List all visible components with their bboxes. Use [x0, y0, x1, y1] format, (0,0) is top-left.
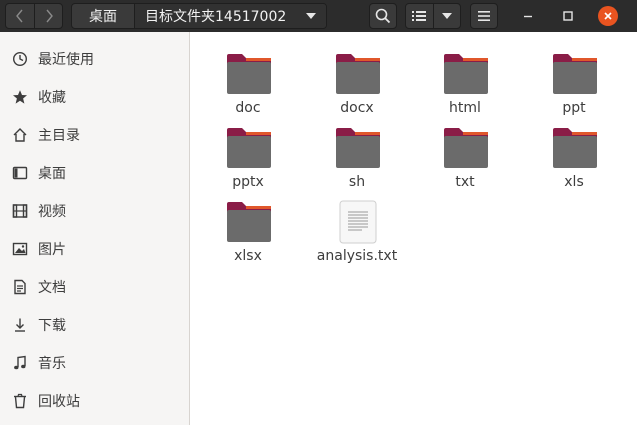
folder-icon: [227, 128, 271, 168]
file-name: analysis.txt: [316, 248, 398, 264]
file-item-txt[interactable]: txt: [415, 116, 515, 190]
list-view-button[interactable]: [406, 4, 433, 28]
list-view-icon: [412, 11, 427, 21]
document-icon: [12, 279, 28, 295]
back-button[interactable]: [6, 4, 34, 28]
chevron-left-icon: [16, 9, 23, 23]
forward-button[interactable]: [34, 4, 62, 28]
sidebar-item-starred[interactable]: 收藏: [0, 78, 190, 116]
file-item-html[interactable]: html: [415, 42, 515, 116]
sidebar-item-trash[interactable]: 回收站: [0, 382, 190, 420]
video-icon: [12, 203, 28, 219]
file-name: ppt: [562, 100, 586, 116]
file-item-doc[interactable]: doc: [198, 42, 298, 116]
file-name: xlsx: [234, 248, 262, 264]
file-name: docx: [340, 100, 374, 116]
folder-icon: [227, 202, 271, 242]
breadcrumb-current-folder[interactable]: 目标文件夹14517002: [134, 4, 326, 28]
file-name: txt: [455, 174, 475, 190]
view-controls: [405, 3, 461, 29]
file-item-sh[interactable]: sh: [307, 116, 407, 190]
minimize-button[interactable]: [518, 6, 538, 26]
sidebar-item-downloads[interactable]: 下载: [0, 306, 190, 344]
file-item-ppt[interactable]: ppt: [524, 42, 624, 116]
sidebar-item-label: 文档: [38, 280, 66, 296]
folder-icon: [444, 128, 488, 168]
minimize-icon: [524, 15, 532, 18]
header-bar: 桌面 目标文件夹14517002: [0, 0, 637, 32]
sidebar-item-label: 桌面: [38, 166, 66, 182]
trash-icon: [12, 393, 28, 409]
folder-icon: [227, 54, 271, 94]
file-name: doc: [235, 100, 261, 116]
download-icon: [12, 317, 28, 333]
file-item-xls[interactable]: xls: [524, 116, 624, 190]
sidebar-item-home[interactable]: 主目录: [0, 116, 190, 154]
sidebar-item-label: 回收站: [38, 394, 80, 410]
sidebar-item-recent[interactable]: 最近使用: [0, 40, 190, 78]
file-name: xls: [564, 174, 584, 190]
hamburger-menu-icon: [478, 11, 490, 21]
folder-icon: [336, 128, 380, 168]
sidebar-item-pictures[interactable]: 图片: [0, 230, 190, 268]
file-name: html: [449, 100, 481, 116]
sidebar-item-documents[interactable]: 文档: [0, 268, 190, 306]
breadcrumb: 桌面 目标文件夹14517002: [71, 3, 327, 29]
desktop-icon: [12, 165, 28, 181]
home-icon: [12, 127, 28, 143]
navigation-buttons: [5, 3, 63, 29]
view-options-button[interactable]: [432, 4, 460, 28]
view-options-icon: [441, 13, 452, 19]
maximize-icon: [563, 11, 573, 21]
folder-icon: [444, 54, 488, 94]
file-name: sh: [348, 174, 366, 190]
sidebar-item-label: 视频: [38, 204, 66, 220]
close-button[interactable]: [598, 6, 618, 26]
places-sidebar: 最近使用 收藏 主目录 桌面 视频 图片 文档 下载 音乐 回收站: [0, 32, 190, 425]
file-item-pptx[interactable]: pptx: [198, 116, 298, 190]
image-icon: [12, 241, 28, 257]
recent-clock-icon: [12, 51, 28, 67]
text-file-icon: [339, 200, 377, 244]
sidebar-item-label: 最近使用: [38, 52, 94, 68]
main-menu-button[interactable]: [470, 3, 498, 29]
file-view: doc docx html ppt pptx sh txt xls xlsx a…: [191, 32, 637, 425]
sidebar-item-desktop[interactable]: 桌面: [0, 154, 190, 192]
search-icon: [375, 8, 391, 24]
triangle-down-icon: [306, 13, 316, 19]
music-icon: [12, 355, 28, 371]
file-name: pptx: [232, 174, 264, 190]
search-button[interactable]: [369, 3, 397, 29]
sidebar-item-label: 音乐: [38, 356, 66, 372]
file-item-xlsx[interactable]: xlsx: [198, 190, 298, 264]
sidebar-item-label: 图片: [38, 242, 66, 258]
folder-icon: [553, 128, 597, 168]
folder-icon: [336, 54, 380, 94]
sidebar-item-videos[interactable]: 视频: [0, 192, 190, 230]
file-item-docx[interactable]: docx: [307, 42, 407, 116]
maximize-button[interactable]: [558, 6, 578, 26]
breadcrumb-current-label: 目标文件夹14517002: [145, 9, 287, 25]
breadcrumb-desktop[interactable]: 桌面: [72, 4, 134, 28]
sidebar-item-label: 下载: [38, 318, 66, 334]
sidebar-item-label: 主目录: [38, 128, 80, 144]
star-icon: [12, 89, 28, 105]
folder-icon: [553, 54, 597, 94]
chevron-right-icon: [45, 9, 53, 23]
sidebar-item-music[interactable]: 音乐: [0, 344, 190, 382]
close-icon: [604, 12, 612, 20]
file-item-analysis-txt[interactable]: analysis.txt: [307, 190, 407, 264]
sidebar-item-label: 收藏: [38, 90, 66, 106]
